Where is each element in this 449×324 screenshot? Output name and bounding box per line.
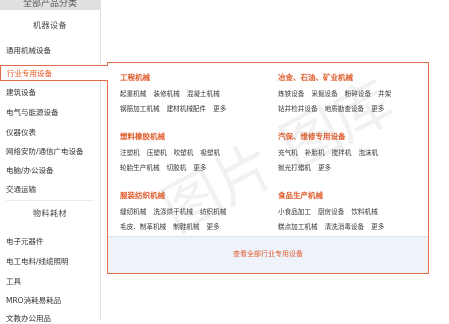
category-row: 抛光打蜡机 更多 — [278, 162, 338, 172]
subcategory-link[interactable]: 粉碎设备 — [345, 90, 371, 98]
category-title-metallurgy[interactable]: 冶金、石油、矿业机械 — [278, 72, 353, 83]
category-flyout-panel: 工程机械 起重机械 装修机械 混凝土机械 钢筋加工机械 建材机械配件 更多 冶金、石油、… — [107, 62, 429, 274]
category-row: 糕点加工机械 清洗消毒设备 更多 — [278, 221, 391, 231]
sidebar-item-electrical[interactable]: 电气与能源设备 — [6, 107, 59, 118]
category-row: 毛皮、制革机械 制鞋机械 更多 — [120, 221, 227, 231]
subcategory-link[interactable]: 混凝土机械 — [187, 90, 220, 98]
subcategory-link[interactable]: 注塑机 — [120, 149, 140, 157]
subcategory-link[interactable]: 吸塑机 — [200, 149, 220, 157]
sidebar-group-title: 物料耗材 — [33, 209, 67, 218]
view-all-link[interactable]: 查看全部行业专用设备 — [233, 250, 303, 258]
category-row: 起重机械 装修机械 混凝土机械 — [120, 88, 227, 98]
sidebar-item-mro[interactable]: MRO消耗易耗品 — [6, 295, 61, 306]
category-row: 小食品加工 厨房设备 饮料机械 — [278, 206, 385, 216]
sidebar-item-stationery[interactable]: 文教办公用品 — [6, 313, 51, 324]
more-link[interactable]: 更多 — [318, 164, 331, 172]
sidebar-header: 全部产品分类 — [0, 0, 100, 10]
subcategory-link[interactable]: 洗涤烘干机械 — [153, 208, 193, 216]
subcategory-link[interactable]: 缝纫机械 — [120, 208, 146, 216]
sidebar-item-components[interactable]: 电子元器件 — [6, 236, 44, 247]
subcategory-link[interactable]: 清洗消毒设备 — [325, 223, 365, 231]
sidebar-item-industry-equipment[interactable]: 行业专用设备 — [0, 65, 108, 81]
category-title-plastics[interactable]: 塑料橡胶机械 — [120, 131, 165, 142]
subcategory-link[interactable]: 补胎机 — [305, 149, 325, 157]
subcategory-link[interactable]: 小食品加工 — [278, 208, 311, 216]
more-link[interactable]: 更多 — [371, 105, 384, 113]
subcategory-link[interactable]: 采掘设备 — [311, 90, 337, 98]
category-row: 钢筋加工机械 建材机械配件 更多 — [120, 103, 233, 113]
subcategory-link[interactable]: 搅拌机 — [332, 149, 352, 157]
category-row: 注塑机 压塑机 吹塑机 吸塑机 — [120, 147, 227, 157]
sidebar-group-title: 机器设备 — [33, 21, 67, 30]
subcategory-link[interactable]: 泡沫机 — [358, 149, 378, 157]
subcategory-link[interactable]: 钢筋加工机械 — [120, 105, 160, 113]
subcategory-link[interactable]: 建材机械配件 — [167, 105, 207, 113]
view-all-footer: 查看全部行业专用设备 — [108, 236, 428, 273]
sidebar-item-cables[interactable]: 电工电料/线缆照明 — [6, 256, 69, 267]
subcategory-link[interactable]: 充气机 — [278, 149, 298, 157]
category-row: 充气机 补胎机 搅拌机 泡沫机 — [278, 147, 385, 157]
category-sidebar: 全部产品分类 机器设备 通用机械设备 行业专用设备 建筑设备 电气与能源设备 仪… — [0, 0, 108, 323]
subcategory-link[interactable]: 厨房设备 — [318, 208, 344, 216]
subcategory-link[interactable]: 炼铁设备 — [278, 90, 304, 98]
subcategory-link[interactable]: 吹塑机 — [174, 149, 194, 157]
sidebar-item-network-security[interactable]: 网络安防/通信广电设备 — [6, 146, 84, 157]
more-link[interactable]: 更多 — [207, 223, 220, 231]
category-row: 轮胎生产机械 切胶机 更多 — [120, 162, 214, 172]
subcategory-link[interactable]: 钻井检井设备 — [278, 105, 318, 113]
subcategory-link[interactable]: 糕点加工机械 — [278, 223, 318, 231]
sidebar-item-construction[interactable]: 建筑设备 — [6, 87, 36, 98]
category-row: 缝纫机械 洗涤烘干机械 纺织机械 — [120, 206, 233, 216]
sidebar-item-transport[interactable]: 交通运输 — [6, 184, 36, 195]
sidebar-item-office[interactable]: 电脑/办公设备 — [6, 165, 54, 176]
more-link[interactable]: 更多 — [213, 105, 226, 113]
category-row: 炼铁设备 采掘设备 粉碎设备 井架 — [278, 88, 398, 98]
more-link[interactable]: 更多 — [193, 164, 206, 172]
category-row: 钻井检井设备 地质勘查设备 更多 — [278, 103, 391, 113]
subcategory-link[interactable]: 饮料机械 — [351, 208, 377, 216]
category-title-engineering[interactable]: 工程机械 — [120, 72, 150, 83]
category-title-food[interactable]: 食品生产机械 — [278, 190, 323, 201]
sidebar-divider — [6, 200, 94, 201]
category-title-textile[interactable]: 服装纺织机械 — [120, 190, 165, 201]
sidebar-item-instruments[interactable]: 仪器仪表 — [6, 127, 36, 138]
subcategory-link[interactable]: 切胶机 — [167, 164, 187, 172]
subcategory-link[interactable]: 制鞋机械 — [173, 223, 199, 231]
subcategory-link[interactable]: 井架 — [378, 90, 391, 98]
subcategory-link[interactable]: 装修机械 — [153, 90, 179, 98]
subcategory-link[interactable]: 抛光打蜡机 — [278, 164, 311, 172]
subcategory-link[interactable]: 压塑机 — [147, 149, 167, 157]
more-link[interactable]: 更多 — [371, 223, 384, 231]
subcategory-link[interactable]: 起重机械 — [120, 90, 146, 98]
subcategory-link[interactable]: 轮胎生产机械 — [120, 164, 160, 172]
category-title-auto-repair[interactable]: 汽保、维修专用设备 — [278, 131, 346, 142]
subcategory-link[interactable]: 纺织机械 — [200, 208, 226, 216]
subcategory-link[interactable]: 地质勘查设备 — [325, 105, 365, 113]
sidebar-item-tools[interactable]: 工具 — [6, 276, 21, 287]
sidebar-item-general-machinery[interactable]: 通用机械设备 — [6, 45, 51, 56]
subcategory-link[interactable]: 毛皮、制革机械 — [120, 223, 166, 231]
